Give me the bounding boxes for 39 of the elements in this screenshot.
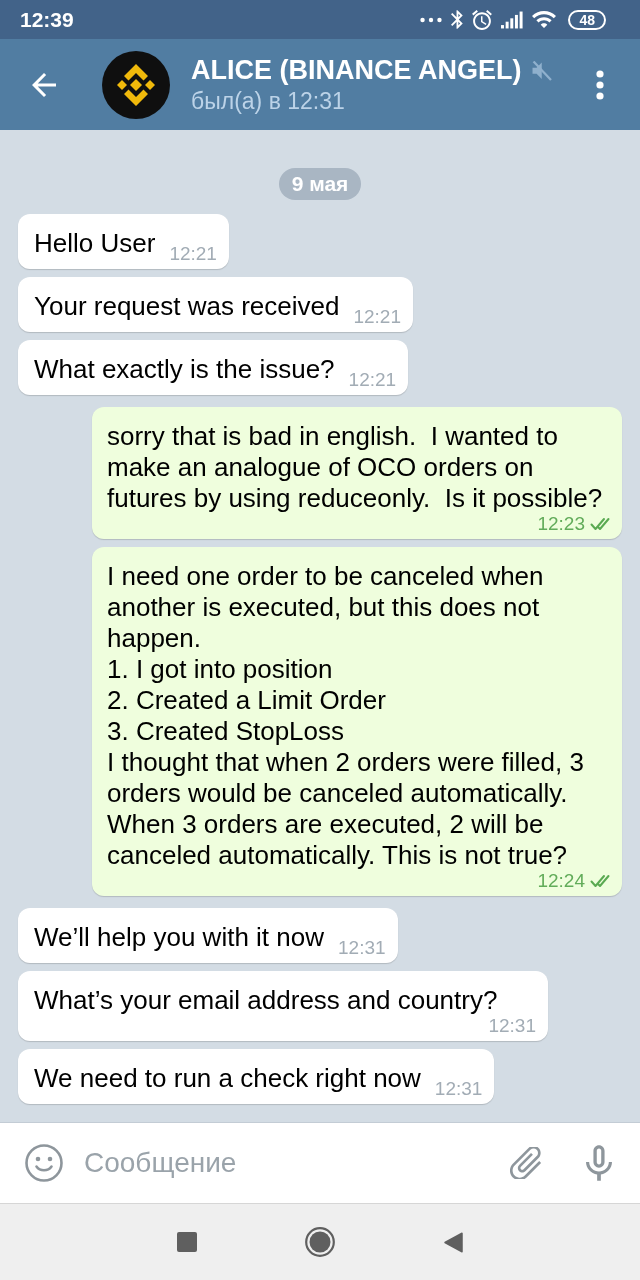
wifi-icon [532, 11, 557, 28]
message-text: I need one order to be canceled when another is executed, but this does not happen. 1. I got into position 2. Created a Limit Order 3. Created StopLoss I thought that when 2 orders were filled, 3 orders would be canceled automatically. When 3 orders are executed, 2 will be canceled automatically. This is not true? [107, 561, 585, 871]
signal-bars-icon [501, 10, 524, 29]
alarm-clock-icon [472, 9, 493, 30]
message-text: Hello User [34, 228, 156, 259]
message-text: What’s your email address and country? [34, 985, 498, 1016]
vertical-dots-icon [596, 69, 604, 100]
voice-button[interactable] [586, 1145, 612, 1181]
message-text: sorry that is bad in english. I wanted to make an analogue of OCO orders on futures by using reduceonly. Is it possible? [107, 421, 604, 514]
message-text: Your request was received [34, 291, 340, 322]
paperclip-icon [510, 1147, 542, 1179]
microphone-icon [586, 1145, 612, 1181]
attach-button[interactable] [510, 1147, 542, 1179]
status-time: 12:39 [20, 7, 74, 32]
message-time: 12:31 [338, 938, 386, 958]
square-icon [177, 1232, 197, 1252]
bluetooth-icon [451, 10, 464, 29]
smiley-icon [24, 1143, 64, 1183]
message-time: 12:23 [537, 514, 585, 534]
message-time: 12:21 [348, 370, 397, 390]
emoji-button[interactable] [24, 1143, 64, 1183]
date-separator: 9 мая [278, 168, 362, 200]
more-dots-icon [420, 16, 443, 23]
message-time: 12:31 [488, 1016, 536, 1036]
message-text: What exactly is the issue? [34, 354, 335, 385]
message-input[interactable]: Сообщение [84, 1141, 490, 1185]
back-arrow-icon [32, 72, 56, 97]
message-text: We need to run a check right now [34, 1063, 421, 1094]
last-seen-status: был(а) в 12:31 [191, 87, 346, 115]
ring-icon [305, 1227, 335, 1257]
message-time: 12:24 [537, 871, 585, 891]
message-time: 12:21 [353, 307, 401, 327]
triangle-icon [443, 1231, 463, 1253]
message-time: 12:21 [169, 244, 217, 264]
contact-name: ALICE (BINANCE ANGEL) [191, 54, 522, 87]
message-time: 12:31 [434, 1079, 483, 1099]
message-text: We’ll help you with it now [34, 922, 324, 953]
battery-indicator: 48 [568, 9, 606, 30]
diamond-logo-icon [102, 50, 170, 119]
